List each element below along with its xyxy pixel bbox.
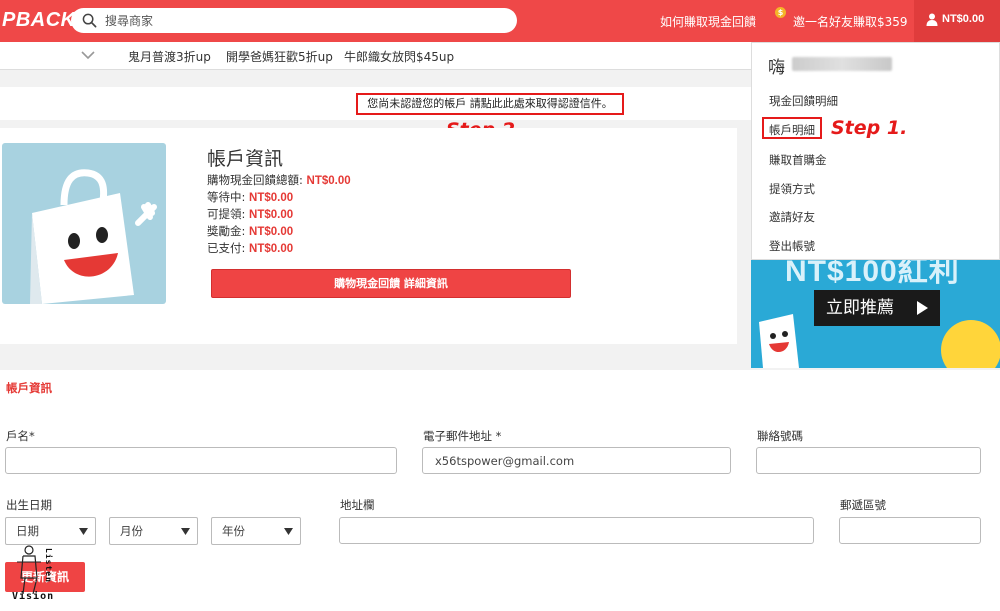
stat-paid: 已支付: NT$0.00 (207, 241, 294, 255)
birth-month-value: 月份 (120, 524, 143, 538)
name-label: 戶名* (6, 429, 35, 443)
account-info-title: 帳戶資訊 (207, 148, 284, 170)
promo-link-3[interactable]: 牛郎織女放閃$45up (344, 48, 454, 65)
account-dropdown-menu: 嗨 現金回饋明細 帳戶明細 賺取首購金 提領方式 邀請好友 登出帳號 (751, 42, 1000, 260)
stat-withdrawable: 可提領: NT$0.00 (207, 207, 294, 221)
menu-item-invite-friends[interactable]: 邀請好友 (769, 209, 815, 225)
email-label: 電子郵件地址 * (423, 429, 502, 443)
account-form-panel (0, 370, 1000, 611)
promo-link-1[interactable]: 鬼月普渡3折up (128, 48, 211, 65)
coin-icon: $ (775, 7, 786, 18)
promo-link-2[interactable]: 開學爸媽狂歡5折up (226, 48, 333, 65)
phone-field[interactable] (756, 447, 981, 474)
dropdown-greeting: 嗨 (768, 58, 785, 78)
page: PBACK 如何賺取現金回饋 $ 邀一名好友賺取$359 NT$0.00 鬼月普… (0, 0, 1000, 611)
zipcode-field[interactable] (839, 517, 981, 544)
blurred-username (792, 57, 892, 71)
address-field[interactable] (339, 517, 814, 544)
play-arrow-icon (917, 301, 928, 315)
name-field[interactable] (5, 447, 397, 474)
mascot-illustration (30, 169, 157, 304)
search-input[interactable] (105, 12, 505, 29)
top-navbar: PBACK 如何賺取現金回饋 $ 邀一名好友賺取$359 NT$0.00 (0, 0, 1000, 42)
email-field[interactable] (422, 447, 731, 474)
stat-total-cashback: 購物現金回饋總額: NT$0.00 (207, 173, 351, 187)
phone-label: 聯絡號碼 (757, 429, 803, 443)
address-label: 地址欄 (340, 498, 375, 512)
refer-now-button[interactable]: 立即推薦 (814, 290, 940, 326)
invite-friend-link[interactable]: 邀一名好友賺取$359 (793, 13, 908, 30)
how-to-earn-link[interactable]: 如何賺取現金回饋 (660, 13, 756, 30)
banner-mascot-icon (759, 314, 799, 368)
account-details-highlight (762, 117, 822, 139)
caret-down-icon (79, 528, 88, 535)
menu-item-withdraw-method[interactable]: 提領方式 (769, 181, 815, 197)
banner-headline: NT$100紅利 (785, 260, 960, 288)
form-section-title: 帳戶資訊 (6, 381, 52, 395)
birth-month-select[interactable]: 月份 (109, 517, 198, 545)
stat-bonus: 獎勵金: NT$0.00 (207, 224, 294, 238)
verify-account-notice[interactable]: 您尚未認證您的帳戶 請點此此處來取得認證信件。 (356, 93, 624, 115)
balance-amount: NT$0.00 (942, 13, 985, 25)
shopping-bag-mascot (2, 143, 166, 304)
birth-day-select[interactable]: 日期 (5, 517, 96, 545)
birth-day-value: 日期 (16, 524, 39, 538)
birth-year-value: 年份 (222, 524, 245, 538)
menu-item-logout[interactable]: 登出帳號 (769, 238, 815, 254)
account-menu-toggle[interactable]: NT$0.00 (914, 0, 1000, 42)
zipcode-label: 郵遞區號 (840, 498, 886, 512)
step-1-annotation: Step 1. (831, 117, 908, 139)
birthdate-label: 出生日期 (6, 498, 52, 512)
watermark-text: Vision (12, 591, 55, 602)
banner-ball-decoration (941, 320, 1000, 368)
user-icon (926, 13, 938, 26)
caret-down-icon (284, 528, 293, 535)
birth-year-select[interactable]: 年份 (211, 517, 301, 545)
caret-down-icon (181, 528, 190, 535)
search-icon (82, 13, 97, 28)
cashback-detail-button[interactable]: 購物現金回饋 詳細資訊 (211, 269, 571, 298)
referral-banner[interactable]: NT$100紅利 立即推薦 (751, 260, 1000, 368)
menu-item-first-purchase-bonus[interactable]: 賺取首購金 (769, 152, 827, 168)
stat-pending: 等待中: NT$0.00 (207, 190, 294, 204)
site-logo[interactable]: PBACK (2, 9, 76, 32)
watermark-vertical-text: Listen (44, 548, 53, 583)
menu-item-cashback-details[interactable]: 現金回饋明細 (769, 93, 838, 109)
refer-now-label: 立即推薦 (826, 298, 894, 318)
search-box[interactable] (71, 8, 517, 33)
chevron-down-icon[interactable] (80, 49, 96, 61)
